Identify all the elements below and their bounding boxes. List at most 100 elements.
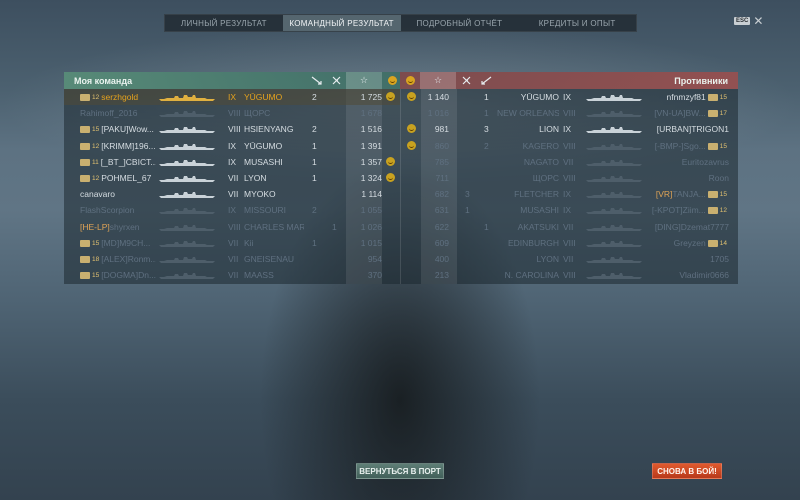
ship-silhouette-icon — [158, 143, 216, 150]
table-row[interactable]: 15 [PAKU]Wow... VIII HSIENYANG 2 1 516 — [64, 121, 400, 137]
player-name-cell[interactable]: [VN-UA]BW... 17 — [645, 105, 729, 122]
player-name-cell[interactable]: 15 [MD]M9CH... — [80, 235, 156, 252]
table-row[interactable]: 400 LYON VII 1705 — [401, 251, 738, 267]
ship-name: AKATSUKI — [517, 221, 559, 232]
emoji-icon[interactable] — [386, 92, 395, 101]
ship-name: NEW ORLEANS — [497, 108, 559, 119]
tab-credits-xp[interactable]: КРЕДИТЫ И ОПЫТ — [518, 15, 636, 31]
kills-icon[interactable] — [476, 72, 496, 89]
ship-silhouette-icon — [585, 175, 643, 182]
planes-destroyed-icon[interactable] — [326, 72, 346, 89]
tab-team-result[interactable]: КОМАНДНЫЙ РЕЗУЛЬТАТ — [282, 15, 401, 31]
player-name-cell[interactable]: 11 [_BT_]CBICT... — [80, 154, 156, 171]
table-row[interactable]: Rahimoff_2016 VIII ЩОРС 1 678 — [64, 105, 400, 121]
player-name-cell[interactable]: 15 [DOGMA]Dn... — [80, 267, 156, 284]
table-row[interactable]: 860 2 KAGERO VIII [-BMP-]Sgo... 15 — [401, 138, 738, 154]
ship-name: MAASS — [244, 270, 274, 281]
planes-destroyed-icon[interactable] — [456, 72, 476, 89]
rank-number: 12 — [92, 94, 100, 101]
table-row[interactable]: 15 [MD]M9CH... VII Kii 1 1 015 — [64, 235, 400, 251]
ship-tier: VIII — [228, 124, 241, 135]
table-row[interactable]: 12 serzhgold IX YŪGUMO 2 1 725 — [64, 89, 400, 106]
player-name-cell[interactable]: [VR]TANJA... 15 — [645, 186, 729, 203]
table-row[interactable]: [HE-LP]shyrxen VIIICHARLES MAR... 1 1 026 — [64, 219, 400, 235]
player-name-cell[interactable]: 12 [KRIMM]196... — [80, 138, 156, 155]
close-icon[interactable]: ✕ — [753, 15, 763, 27]
table-row[interactable]: 11 [_BT_]CBICT... IX MUSASHI 1 1 357 — [64, 154, 400, 170]
emoji-icon[interactable] — [382, 72, 402, 89]
emoji-icon[interactable] — [407, 124, 416, 134]
player-name: Ziim... — [682, 205, 706, 216]
return-to-port-button[interactable]: ВЕРНУТЬСЯ В ПОРТ — [356, 463, 444, 479]
player-name-cell[interactable]: Rahimoff_2016 — [80, 105, 156, 121]
table-row[interactable]: 981 3 LION IX [URBAN]TRIGON1 — [401, 121, 738, 137]
esc-close[interactable]: ESC ✕ — [734, 15, 763, 27]
ship-name: MUSASHI — [520, 205, 559, 216]
player-name-cell[interactable]: Greyzen 14 — [645, 235, 729, 252]
rank-badge-icon — [707, 94, 718, 101]
player-name-cell[interactable]: canavaro — [80, 186, 156, 202]
xp-star-icon[interactable]: ☆ — [420, 72, 456, 89]
clan-tag: [PAKU] — [101, 124, 129, 135]
ship-silhouette-icon — [585, 110, 643, 118]
ship-name: HSIENYANG — [244, 124, 294, 135]
player-name-cell[interactable]: FlashScorpion — [80, 202, 156, 218]
player-name-cell[interactable]: Euritozavrus — [645, 154, 729, 170]
xp-star-icon[interactable]: ☆ — [346, 72, 382, 89]
kills-count: 3 — [484, 124, 489, 135]
player-name-cell[interactable]: Roon — [645, 170, 729, 186]
player-name-cell[interactable]: 12 serzhgold — [80, 89, 156, 106]
kills-icon[interactable] — [306, 72, 326, 89]
kills-count: 1 — [312, 156, 317, 167]
table-row[interactable]: 785 NAGATO VII Euritozavrus — [401, 154, 738, 170]
emoji-icon[interactable] — [407, 92, 416, 101]
emoji-icon[interactable] — [407, 140, 416, 150]
player-name: Greyzen — [673, 237, 706, 248]
player-name-cell[interactable]: 15 [PAKU]Wow... — [80, 121, 156, 138]
base-xp: 609 — [434, 237, 449, 248]
base-xp: 1 015 — [360, 237, 382, 248]
table-row[interactable]: 12 [KRIMM]196... IX YŪGUMO 1 1 391 — [64, 138, 400, 154]
player-name-cell[interactable]: [URBAN]TRIGON1 — [645, 121, 729, 137]
emoji-icon[interactable] — [386, 173, 395, 182]
ship-silhouette-icon — [158, 256, 216, 263]
clan-tag: [VN-UA] — [654, 108, 686, 119]
ship-silhouette-icon — [158, 224, 216, 231]
table-row[interactable]: canavaro VII MYOKO 1 114 — [64, 186, 400, 202]
player-name-cell[interactable]: [HE-LP]shyrxen — [80, 219, 156, 235]
ship-silhouette-icon — [585, 256, 643, 263]
player-name-cell[interactable]: Vladimir0666 — [645, 267, 729, 283]
ship-silhouette-icon — [585, 191, 643, 199]
table-row[interactable]: 12 POHMEL_67 VII LYON 1 1 324 — [64, 170, 400, 186]
table-row[interactable]: FlashScorpion IX MISSOURI 2 1 055 — [64, 202, 400, 218]
ship-name: MYOKO — [244, 189, 276, 200]
battle-again-button[interactable]: СНОВА В БОЙ! — [652, 463, 722, 479]
table-row[interactable]: 609 EDINBURGH VIII Greyzen 14 — [401, 235, 738, 251]
tab-detailed-report[interactable]: ПОДРОБНЫЙ ОТЧЁТ — [401, 15, 519, 31]
player-name-cell[interactable]: [-BMP-]Sgo... 15 — [645, 138, 729, 155]
table-row[interactable]: 213 N. CAROLINA VIII Vladimir0666 — [401, 267, 738, 283]
rank-badge-icon — [80, 142, 90, 150]
player-name-cell[interactable]: 1705 — [645, 251, 729, 267]
emoji-icon[interactable] — [386, 156, 395, 166]
tab-personal-result[interactable]: ЛИЧНЫЙ РЕЗУЛЬТАТ — [165, 15, 283, 31]
table-row[interactable]: 631 1 MUSASHI IX [-KPOT]Ziim... 12 — [401, 202, 738, 218]
table-row[interactable]: 711 ЩОРС VIII Roon — [401, 170, 738, 186]
player-name-cell[interactable]: [-KPOT]Ziim... 12 — [645, 202, 729, 219]
player-name-cell[interactable]: [DING]Dzemat7777 — [645, 219, 729, 235]
rank-number: 15 — [92, 272, 100, 280]
table-row[interactable]: 15 [DOGMA]Dn... VII MAASS 370 — [64, 267, 400, 283]
table-row[interactable]: 1 140 1 YŪGUMO IX nfnmzyf81 15 — [401, 89, 738, 105]
table-row[interactable]: 1 016 1 NEW ORLEANS VIII [VN-UA]BW... 17 — [401, 105, 738, 121]
ship-name: LYON — [536, 254, 559, 264]
player-name-cell[interactable]: 18 [ALEX]Ronm... — [80, 251, 156, 268]
player-name-cell[interactable]: nfnmzyf81 15 — [645, 89, 729, 106]
ship-silhouette-icon — [158, 110, 216, 118]
emoji-icon[interactable] — [400, 72, 420, 89]
base-xp: 1 016 — [427, 108, 449, 119]
table-row[interactable]: 18 [ALEX]Ronm... VII GNEISENAU 954 — [64, 251, 400, 267]
table-row[interactable]: 622 1 AKATSUKI VII [DING]Dzemat7777 — [401, 219, 738, 235]
player-name: M9CH... — [119, 237, 151, 248]
table-row[interactable]: 682 3 FLETCHER IX [VR]TANJA... 15 — [401, 186, 738, 202]
player-name-cell[interactable]: 12 POHMEL_67 — [80, 170, 156, 187]
